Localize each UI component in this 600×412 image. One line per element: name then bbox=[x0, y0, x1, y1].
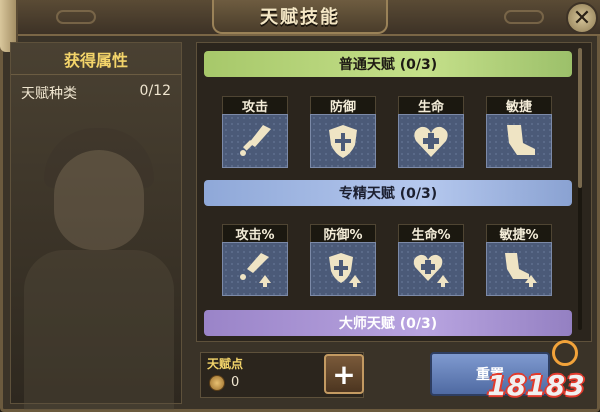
character-portrait bbox=[14, 100, 174, 410]
talent-label: 防御 bbox=[310, 96, 376, 115]
talent-agility-percent[interactable]: 敏捷% bbox=[486, 224, 552, 296]
sword-up-icon bbox=[240, 253, 271, 287]
talent-attack-percent[interactable]: 攻击% bbox=[222, 224, 288, 296]
shield-icon bbox=[329, 125, 357, 158]
heart-plus-icon bbox=[414, 126, 448, 157]
talent-points-value: 0 bbox=[231, 375, 240, 390]
plus-icon: + bbox=[332, 357, 356, 391]
close-button[interactable]: ✕ bbox=[566, 2, 598, 34]
talent-label: 攻击% bbox=[222, 224, 288, 243]
heart-plus-up-icon bbox=[413, 254, 449, 287]
add-points-button[interactable]: + bbox=[324, 354, 364, 394]
section-normal-header: 普通天赋 (0/3) bbox=[204, 51, 572, 77]
talent-agility[interactable]: 敏捷 bbox=[486, 96, 552, 168]
shield-up-icon bbox=[329, 253, 361, 287]
window-title: 天赋技能 bbox=[260, 7, 340, 28]
talent-defense-percent[interactable]: 防御% bbox=[310, 224, 376, 296]
ornament-right bbox=[504, 10, 544, 24]
talent-label: 生命% bbox=[398, 224, 464, 243]
talent-label: 敏捷 bbox=[486, 96, 552, 115]
section-master-header: 大师天赋 (0/3) bbox=[204, 310, 572, 336]
boot-icon bbox=[507, 125, 535, 155]
watermark-logo: 18183 bbox=[487, 368, 585, 402]
sword-icon bbox=[240, 125, 271, 156]
talent-label: 攻击 bbox=[222, 96, 288, 115]
talent-label: 防御% bbox=[310, 224, 376, 243]
title-plate: 天赋技能 bbox=[212, 0, 388, 34]
talent-label: 生命 bbox=[398, 96, 464, 115]
talent-health[interactable]: 生命 bbox=[398, 96, 464, 168]
ornament-left bbox=[56, 10, 96, 24]
coin-icon bbox=[209, 375, 225, 391]
scrollbar-thumb[interactable] bbox=[578, 48, 582, 188]
talent-label: 敏捷% bbox=[486, 224, 552, 243]
talent-health-percent[interactable]: 生命% bbox=[398, 224, 464, 296]
talent-points-label: 天赋点 bbox=[207, 357, 244, 371]
talent-attack[interactable]: 攻击 bbox=[222, 96, 288, 168]
section-specialist-header: 专精天赋 (0/3) bbox=[204, 180, 572, 206]
boot-up-icon bbox=[505, 253, 537, 287]
attribute-panel-header: 获得属性 bbox=[11, 43, 181, 75]
close-icon: ✕ bbox=[572, 5, 592, 31]
talent-defense[interactable]: 防御 bbox=[310, 96, 376, 168]
